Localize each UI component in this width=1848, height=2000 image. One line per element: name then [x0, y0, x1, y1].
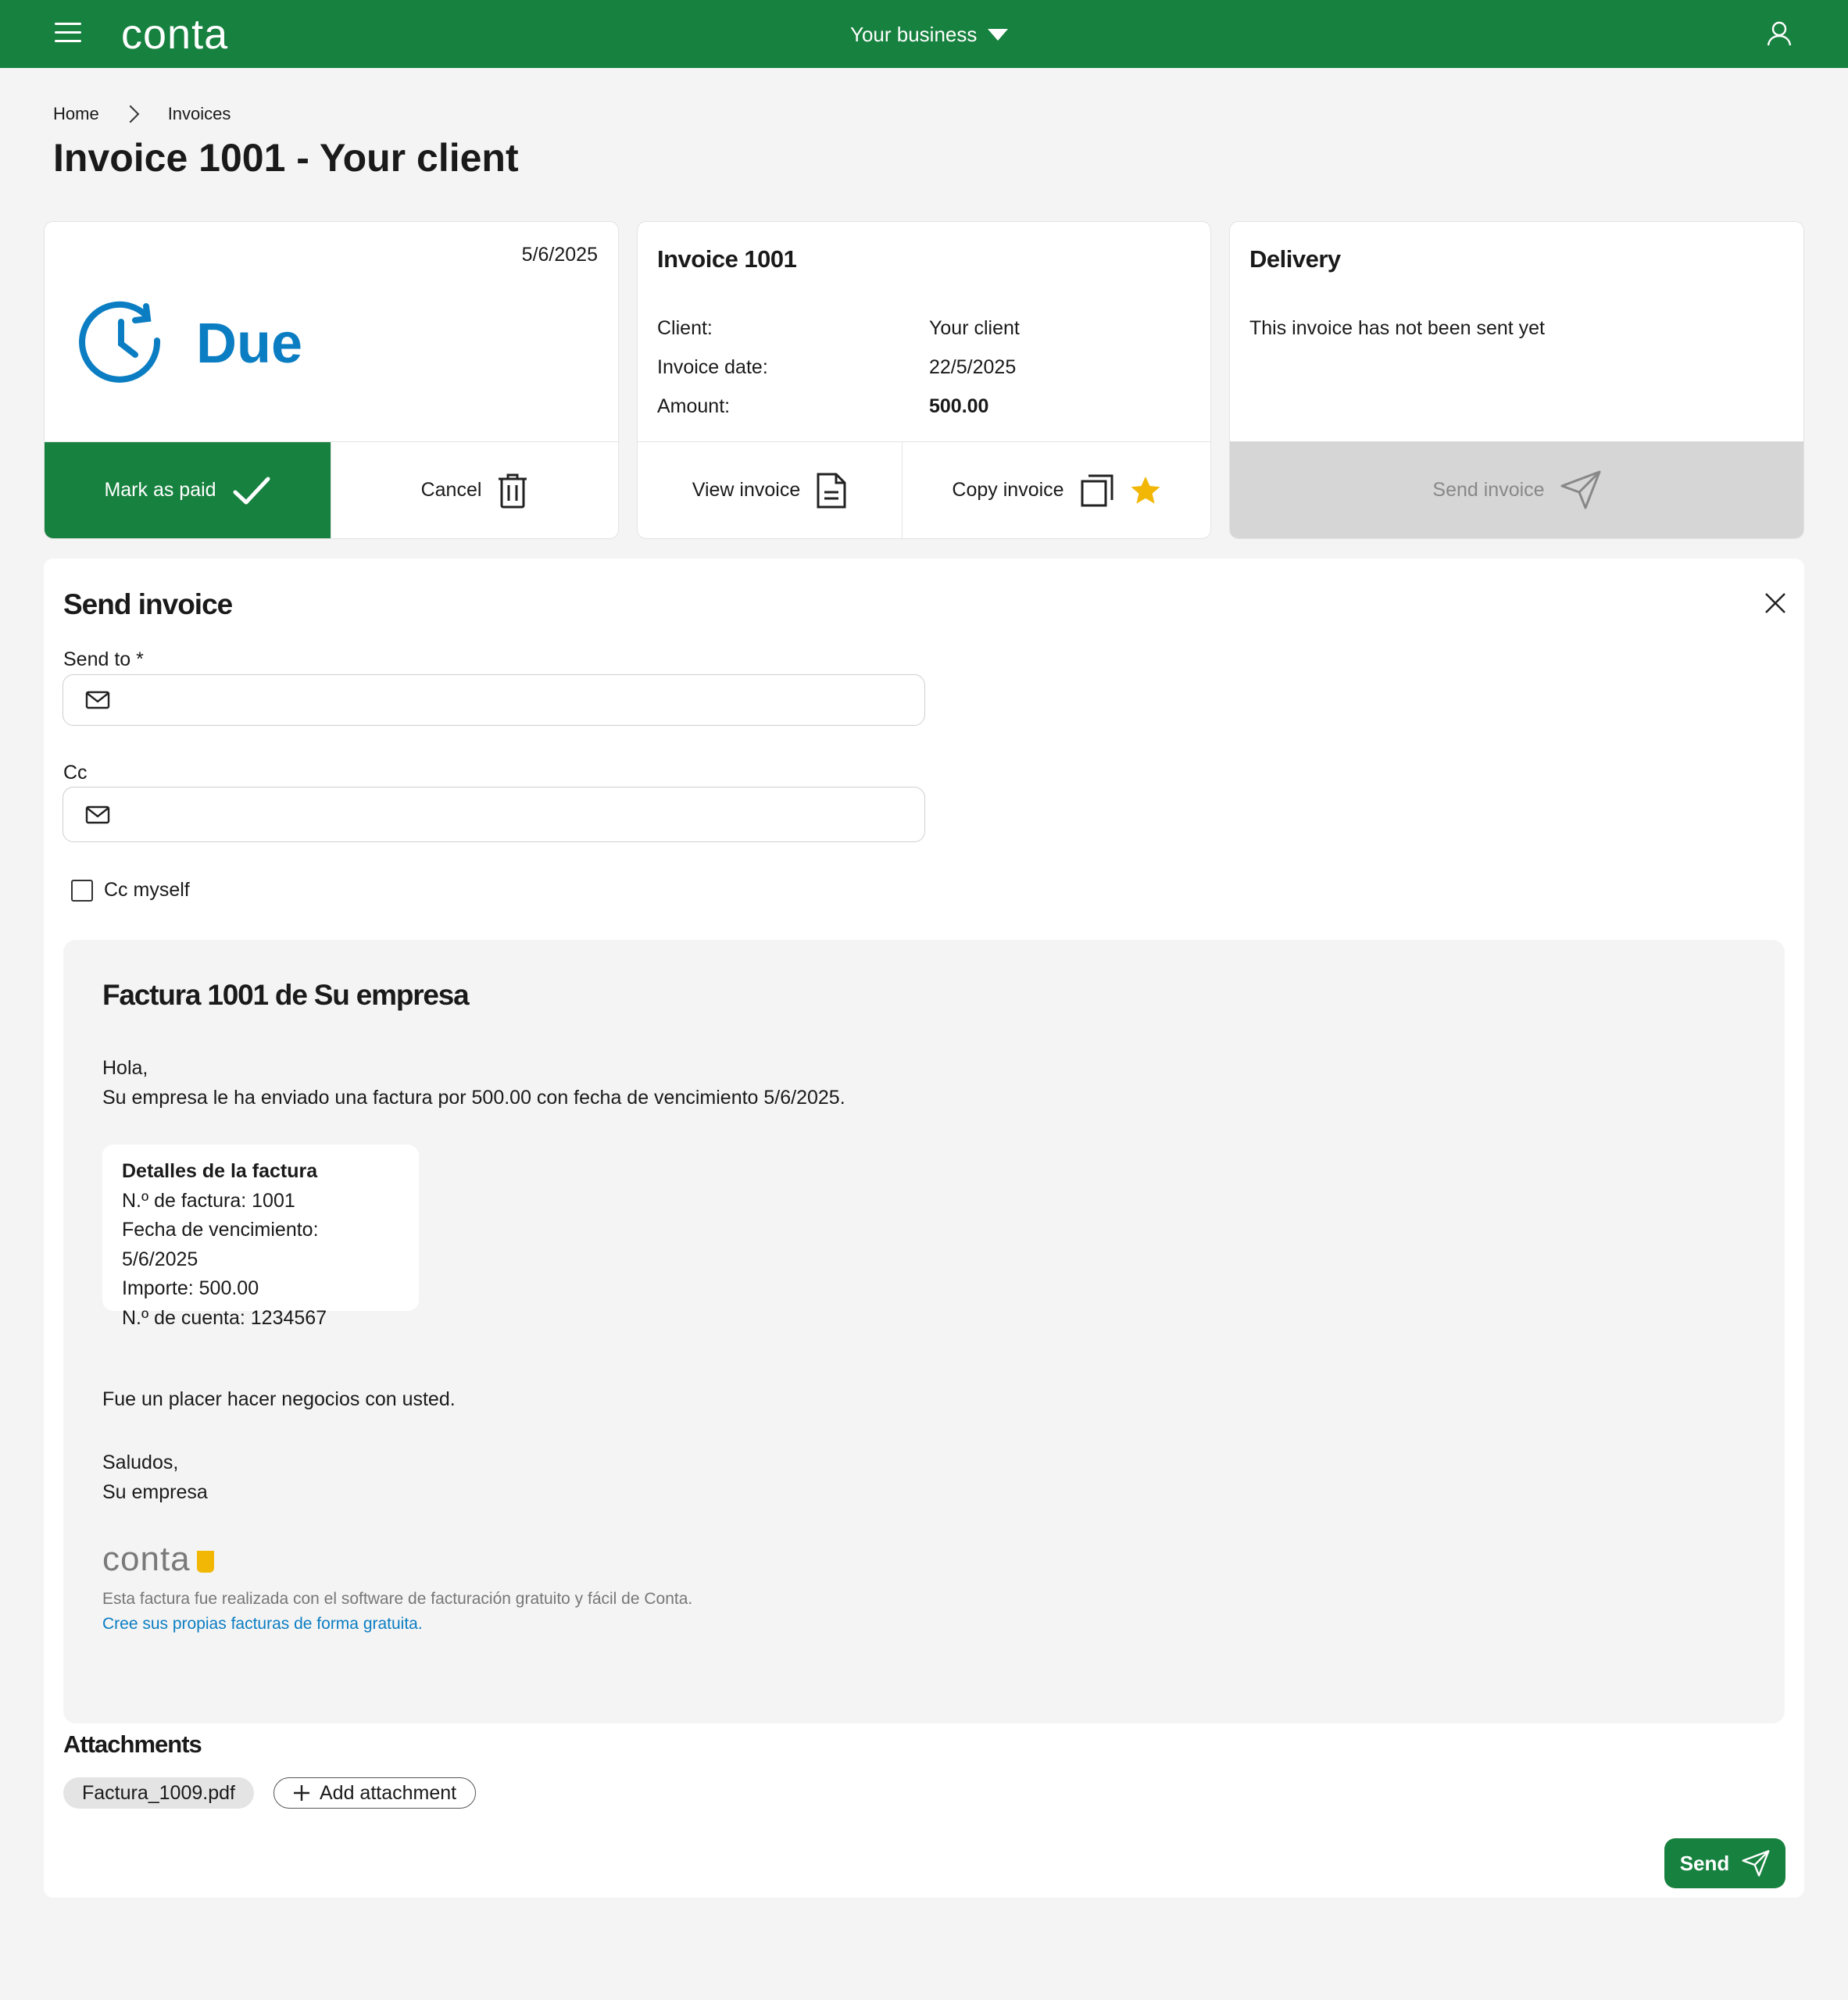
hamburger-menu-icon[interactable] — [55, 23, 81, 46]
mark-as-paid-label: Mark as paid — [104, 479, 216, 501]
caret-down-icon — [988, 28, 1009, 41]
send-to-label: Send to * — [63, 648, 144, 670]
cancel-label: Cancel — [420, 479, 482, 501]
cc-input[interactable] — [126, 788, 924, 841]
due-date: 5/6/2025 — [521, 244, 598, 266]
view-invoice-label: View invoice — [692, 479, 801, 501]
star-icon — [1131, 476, 1160, 504]
email-body: Su empresa le ha enviado una factura por… — [102, 1087, 845, 1109]
invoice-card-title: Invoice 1001 — [657, 245, 797, 273]
amount-value: 500.00 — [929, 395, 989, 417]
status-due: Due — [196, 312, 303, 375]
copy-icon — [1081, 474, 1113, 506]
send-to-input[interactable] — [126, 675, 924, 725]
breadcrumb-home[interactable]: Home — [53, 104, 99, 124]
send-invoice-panel: Send invoice Send to * Cc Cc myself Fact… — [44, 559, 1804, 1898]
send-to-field[interactable] — [63, 674, 925, 726]
email-closing: Fue un placer hacer negocios con usted. — [102, 1388, 456, 1410]
client-value: Your client — [929, 317, 1020, 339]
paper-plane-icon — [1560, 470, 1601, 509]
paper-plane-icon — [1742, 1850, 1770, 1877]
conta-small-logo: conta — [102, 1540, 191, 1578]
mark-as-paid-button[interactable]: Mark as paid — [45, 442, 331, 538]
mail-icon — [85, 691, 110, 709]
delivery-card-title: Delivery — [1249, 245, 1341, 273]
email-subject: Factura 1001 de Su empresa — [102, 979, 470, 1011]
add-attachment-label: Add attachment — [320, 1781, 457, 1804]
attachment-chip[interactable]: Factura_1009.pdf — [63, 1777, 254, 1809]
email-regards: Saludos, — [102, 1452, 179, 1473]
send-invoice-title: Send invoice — [63, 588, 233, 620]
page-title: Invoice 1001 - Your client — [53, 136, 519, 180]
view-invoice-button[interactable]: View invoice — [638, 442, 902, 538]
conta-logo[interactable]: conta — [121, 11, 228, 58]
top-bar: conta Your business — [0, 0, 1848, 68]
close-icon[interactable] — [1764, 591, 1787, 615]
trash-icon — [499, 473, 527, 508]
cc-myself-label: Cc myself — [104, 879, 190, 901]
invoice-details-box: Detalles de la factura N.º de factura: 1… — [102, 1145, 419, 1329]
email-preview: Factura 1001 de Su empresa Hola, Su empr… — [63, 940, 1785, 1723]
document-icon — [817, 473, 846, 508]
client-label: Client: — [657, 317, 713, 339]
plus-icon — [294, 1785, 309, 1801]
attachments-title: Attachments — [63, 1730, 202, 1758]
conta-branding: conta Esta factura fue realizada con el … — [102, 1540, 692, 1634]
delivery-status: This invoice has not been sent yet — [1249, 317, 1546, 339]
mail-icon — [85, 805, 110, 823]
invoice-card: Invoice 1001 Client: Your client Invoice… — [637, 221, 1211, 539]
business-selector[interactable]: Your business — [850, 22, 1009, 47]
delivery-card: Delivery This invoice has not been sent … — [1229, 221, 1804, 539]
cc-field[interactable] — [63, 787, 925, 842]
add-attachment-button[interactable]: Add attachment — [273, 1777, 477, 1809]
chevron-right-icon — [121, 105, 140, 123]
clock-icon — [79, 301, 161, 383]
brand-link[interactable]: Cree sus propias facturas de forma gratu… — [102, 1615, 692, 1634]
breadcrumb-invoices[interactable]: Invoices — [168, 104, 231, 124]
invoice-date-label: Invoice date: — [657, 356, 768, 378]
checkbox-icon[interactable] — [71, 879, 93, 902]
brand-note: Esta factura fue realizada con el softwa… — [102, 1590, 693, 1608]
copy-invoice-label: Copy invoice — [952, 479, 1064, 501]
status-card: 5/6/2025 Due Mark as paid Cancel — [44, 221, 619, 539]
cc-myself-checkbox[interactable]: Cc myself — [71, 879, 190, 902]
detail-invoice-number: N.º de factura: 1001 — [122, 1189, 295, 1212]
copy-invoice-button[interactable]: Copy invoice — [902, 442, 1210, 538]
send-label: Send — [1679, 1851, 1730, 1875]
amount-label: Amount: — [657, 395, 731, 417]
detail-due-date: Fecha de vencimiento: 5/6/2025 — [122, 1219, 319, 1270]
detail-amount: Importe: 500.00 — [122, 1277, 259, 1299]
email-greeting: Hola, — [102, 1057, 148, 1079]
detail-account-number: N.º de cuenta: 1234567 — [122, 1306, 327, 1329]
user-icon[interactable] — [1766, 20, 1793, 47]
invoice-date-value: 22/5/2025 — [929, 356, 1017, 378]
details-title: Detalles de la factura — [122, 1160, 318, 1182]
send-invoice-button[interactable]: Send invoice — [1230, 441, 1803, 538]
business-label: Your business — [850, 23, 978, 46]
coffee-cup-icon — [196, 1551, 214, 1573]
breadcrumb: Home Invoices — [53, 104, 231, 124]
email-signature: Su empresa — [102, 1481, 208, 1503]
cancel-button[interactable]: Cancel — [331, 442, 618, 538]
check-icon — [233, 477, 270, 504]
send-invoice-label: Send invoice — [1432, 478, 1545, 501]
cc-label: Cc — [63, 762, 88, 784]
send-button[interactable]: Send — [1664, 1838, 1785, 1888]
